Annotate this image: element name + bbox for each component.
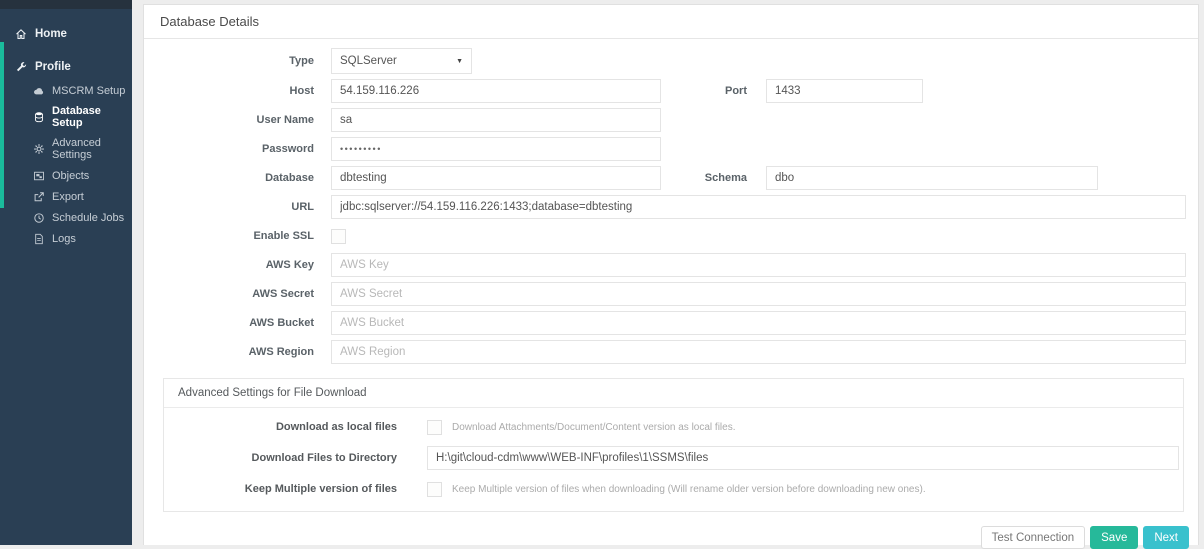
schema-label: Schema (673, 172, 763, 184)
aws-key-input[interactable] (331, 253, 1186, 277)
sidebar-nav: Home Profile MSCRM Setup Database Setup (0, 9, 132, 249)
clock-icon (32, 211, 45, 224)
cloud-icon (32, 84, 45, 97)
type-selected-value: SQLServer (340, 55, 397, 67)
host-label: Host (144, 85, 328, 97)
object-group-icon (32, 169, 45, 182)
username-row: User Name (144, 108, 1198, 132)
sidebar-item-export[interactable]: Export (30, 186, 132, 207)
sidebar-item-label: Objects (52, 170, 89, 182)
sidebar-item-objects[interactable]: Objects (30, 165, 132, 186)
aws-secret-input[interactable] (331, 282, 1186, 306)
profile-submenu: MSCRM Setup Database Setup Advanced Sett… (0, 80, 132, 249)
database-schema-row: Database Schema (144, 166, 1198, 190)
aws-key-row: AWS Key (144, 253, 1198, 277)
sidebar-top-strip (0, 0, 132, 9)
aws-region-label: AWS Region (144, 346, 328, 358)
type-row: Type SQLServer ▼ (144, 48, 1198, 74)
wrench-icon (14, 60, 27, 73)
sidebar-item-schedule-jobs[interactable]: Schedule Jobs (30, 207, 132, 228)
sidebar-item-label: Logs (52, 233, 76, 245)
port-label: Port (673, 85, 763, 97)
advanced-settings-box: Advanced Settings for File Download Down… (163, 378, 1184, 512)
gear-icon (32, 143, 45, 156)
url-row: URL (144, 195, 1198, 219)
sidebar-item-label: Advanced Settings (52, 137, 130, 161)
sidebar-item-label: Home (35, 28, 67, 40)
enable-ssl-label: Enable SSL (144, 230, 328, 242)
download-directory-input[interactable] (427, 446, 1179, 470)
sidebar: Home Profile MSCRM Setup Database Setup (0, 0, 132, 545)
aws-bucket-label: AWS Bucket (144, 317, 328, 329)
password-label: Password (144, 143, 328, 155)
database-input[interactable] (331, 166, 661, 190)
type-select[interactable]: SQLServer ▼ (331, 48, 472, 74)
enable-ssl-checkbox[interactable] (331, 229, 346, 244)
sidebar-item-label: MSCRM Setup (52, 85, 125, 97)
page-title: Database Details (144, 5, 1198, 39)
database-icon (32, 111, 45, 124)
save-button[interactable]: Save (1090, 526, 1138, 549)
file-icon (32, 232, 45, 245)
sidebar-item-label: Profile (35, 61, 71, 73)
sidebar-item-label: Database Setup (52, 105, 130, 129)
url-input[interactable] (331, 195, 1186, 219)
database-form: Type SQLServer ▼ Host Port User Name Pas… (144, 39, 1198, 549)
sidebar-item-profile[interactable]: Profile (0, 55, 132, 78)
database-label: Database (144, 172, 328, 184)
chevron-down-icon: ▼ (456, 58, 463, 65)
type-label: Type (144, 55, 328, 67)
host-input[interactable] (331, 79, 661, 103)
aws-bucket-row: AWS Bucket (144, 311, 1198, 335)
active-section-accent-bar (0, 42, 4, 208)
url-label: URL (144, 201, 328, 213)
sidebar-item-advanced-settings[interactable]: Advanced Settings (30, 133, 132, 165)
export-icon (32, 190, 45, 203)
aws-bucket-input[interactable] (331, 311, 1186, 335)
sidebar-item-logs[interactable]: Logs (30, 228, 132, 249)
username-input[interactable] (331, 108, 661, 132)
database-details-panel: Database Details Type SQLServer ▼ Host P… (143, 4, 1199, 545)
download-local-help: Download Attachments/Document/Content ve… (452, 422, 735, 433)
port-input[interactable] (766, 79, 923, 103)
download-local-checkbox[interactable] (427, 420, 442, 435)
aws-key-label: AWS Key (144, 259, 328, 271)
enable-ssl-row: Enable SSL (144, 224, 1198, 248)
download-local-row: Download as local files Download Attachm… (164, 418, 1183, 436)
download-directory-label: Download Files to Directory (164, 452, 409, 464)
keep-versions-help: Keep Multiple version of files when down… (452, 484, 926, 495)
sidebar-item-mscrm-setup[interactable]: MSCRM Setup (30, 80, 132, 101)
schema-input[interactable] (766, 166, 1098, 190)
aws-secret-row: AWS Secret (144, 282, 1198, 306)
test-connection-button[interactable]: Test Connection (981, 526, 1085, 549)
keep-versions-checkbox[interactable] (427, 482, 442, 497)
sidebar-item-database-setup[interactable]: Database Setup (30, 101, 132, 133)
host-port-row: Host Port (144, 79, 1198, 103)
aws-secret-label: AWS Secret (144, 288, 328, 300)
next-button[interactable]: Next (1143, 526, 1189, 549)
sidebar-item-label: Schedule Jobs (52, 212, 124, 224)
keep-versions-row: Keep Multiple version of files Keep Mult… (164, 480, 1183, 498)
password-row: Password (144, 137, 1198, 161)
form-actions: Test Connection Save Next (144, 526, 1189, 549)
download-directory-row: Download Files to Directory (164, 446, 1183, 470)
download-local-label: Download as local files (164, 421, 409, 433)
username-label: User Name (144, 114, 328, 126)
sidebar-item-label: Export (52, 191, 84, 203)
home-icon (14, 27, 27, 40)
keep-versions-label: Keep Multiple version of files (164, 483, 409, 495)
advanced-settings-title: Advanced Settings for File Download (164, 379, 1183, 408)
password-input[interactable] (331, 137, 661, 161)
sidebar-item-home[interactable]: Home (0, 22, 132, 45)
aws-region-input[interactable] (331, 340, 1186, 364)
aws-region-row: AWS Region (144, 340, 1198, 364)
